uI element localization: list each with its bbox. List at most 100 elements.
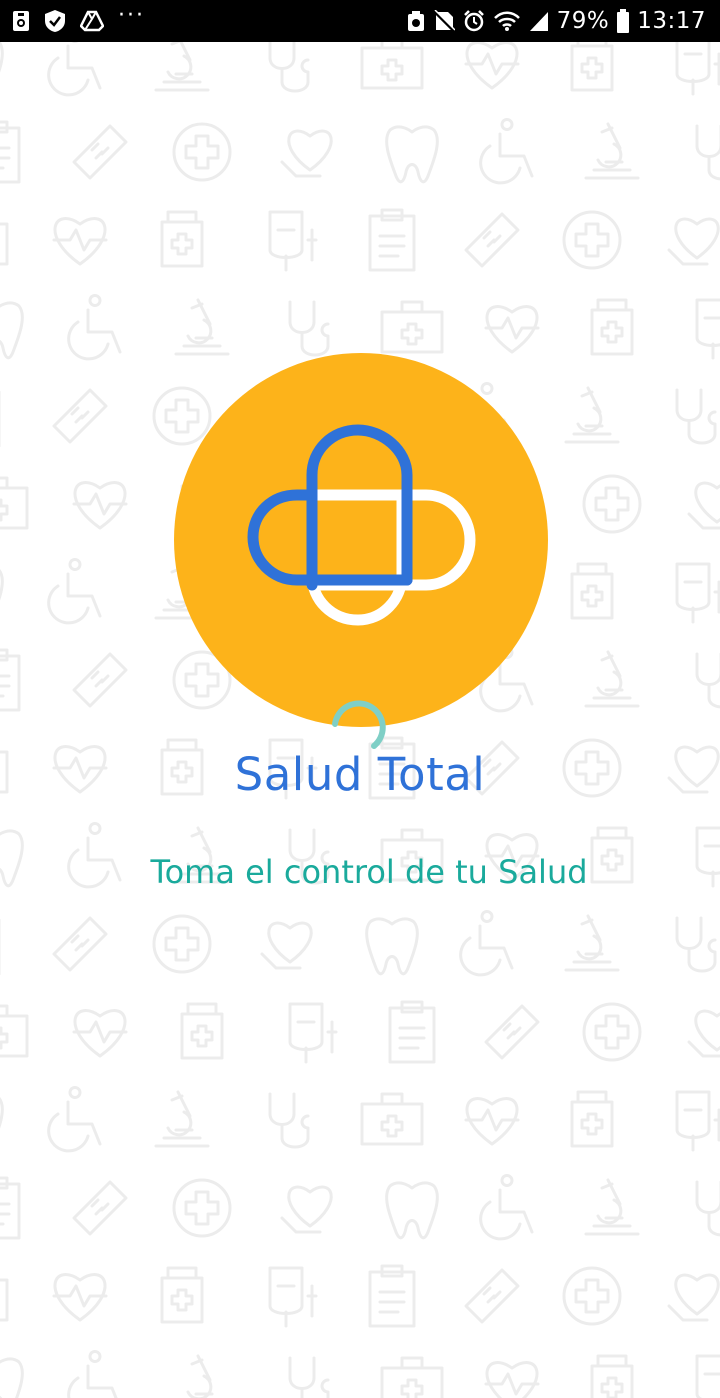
storage-icon [12, 10, 30, 32]
clipboard-icon [0, 1176, 21, 1240]
stethoscope-icon [675, 388, 717, 445]
first-aid-kit-icon [0, 476, 29, 530]
bandage-icon [484, 1004, 540, 1060]
clock: 13:17 [637, 8, 706, 34]
bandage-icon [72, 1180, 128, 1236]
iv-bag-icon [675, 562, 720, 624]
stethoscope-icon [268, 42, 310, 93]
tooth-icon [0, 1096, 4, 1129]
wheelchair-icon [47, 1086, 102, 1153]
heart-hand-icon [667, 217, 720, 266]
tooth-icon [365, 917, 419, 976]
bandage-icon [52, 388, 108, 444]
iv-bag-icon [675, 1090, 720, 1152]
bandage-icon [464, 212, 520, 268]
medical-cross-icon [172, 122, 232, 182]
stethoscope-icon [675, 916, 717, 973]
medical-cross-icon [562, 210, 622, 270]
medicine-bottle-icon [590, 298, 634, 356]
microscope-icon [154, 42, 210, 92]
medical-cross-icon [152, 914, 212, 974]
stethoscope-icon [288, 1356, 330, 1398]
tooth-icon [0, 568, 4, 601]
tooth-icon [385, 125, 439, 184]
tagline: Toma el control de tu Salud [150, 853, 588, 891]
medical-cross-icon [582, 1002, 642, 1062]
medical-cross-icon [562, 1266, 622, 1326]
wheelchair-icon [459, 910, 514, 977]
iv-bag-icon [268, 1266, 318, 1328]
medicine-bottle-icon [570, 42, 614, 92]
medical-cross-icon [582, 474, 642, 534]
heart-hand-icon [260, 921, 313, 970]
medical-cross-icon [152, 386, 212, 446]
tooth-icon [0, 301, 24, 360]
battery-icon [617, 9, 630, 33]
first-aid-kit-icon [0, 1004, 29, 1058]
heart-pulse-icon [484, 1361, 540, 1398]
microscope-icon [154, 1090, 210, 1148]
medicine-bottle-icon [160, 210, 204, 268]
clipboard-icon [388, 1000, 436, 1064]
medical-cross-icon [172, 1178, 232, 1238]
stethoscope-icon [268, 1092, 310, 1149]
clipboard-icon [0, 120, 21, 184]
loading-spinner [332, 700, 386, 749]
heart-pulse-icon [464, 1097, 520, 1146]
heart-pulse-icon [52, 217, 108, 266]
clipboard-icon [0, 648, 21, 712]
stethoscope-icon [288, 300, 330, 357]
cleaner-icon [407, 10, 425, 32]
heart-pulse-icon [484, 305, 540, 354]
first-aid-kit-icon [0, 1278, 9, 1322]
iv-bag-icon [288, 1002, 338, 1064]
medicine-bottle-icon [180, 1002, 224, 1060]
status-left-icons: ··· [12, 0, 145, 42]
heart-hand-icon [687, 481, 720, 530]
microscope-icon [584, 122, 640, 180]
heart-pulse-icon [464, 42, 520, 90]
heart-pulse-icon [52, 1273, 108, 1322]
microscope-icon [584, 1178, 640, 1236]
app-name: Salud Total [234, 748, 486, 801]
wheelchair-icon [67, 1350, 118, 1398]
stethoscope-icon [695, 124, 720, 181]
first-aid-kit-icon [380, 1356, 444, 1398]
microscope-icon [186, 1354, 214, 1398]
iv-bag-icon [695, 298, 720, 360]
battery-percent: 79% [556, 8, 610, 34]
shield-check-icon [44, 9, 66, 33]
tooth-icon [0, 1357, 24, 1398]
heart-hand-icon [687, 1009, 720, 1058]
more-dots-icon: ··· [118, 3, 145, 28]
medicine-bottle-icon [570, 562, 614, 620]
first-aid-kit-icon [360, 1092, 424, 1146]
wheelchair-icon [67, 294, 122, 361]
heart-hand-icon [280, 129, 333, 178]
status-right-icons: 79% 13:17 [407, 0, 706, 42]
microscope-icon [174, 298, 230, 356]
signal-icon [529, 10, 549, 32]
medicine-bottle-icon [160, 1266, 204, 1324]
wheelchair-icon [479, 1174, 534, 1241]
microscope-icon [564, 914, 620, 972]
stethoscope-icon [695, 1180, 720, 1237]
logo-cross-icon [247, 424, 476, 626]
stethoscope-icon [695, 652, 720, 709]
heart-pulse-icon [72, 481, 128, 530]
first-aid-kit-icon [0, 222, 9, 266]
wheelchair-icon [479, 118, 534, 185]
microscope-icon [584, 650, 640, 708]
clipboard-icon [368, 208, 416, 272]
bandage-icon [52, 916, 108, 972]
bandage-icon [72, 652, 128, 708]
wheelchair-icon [47, 42, 102, 97]
bandage-icon [464, 1268, 520, 1324]
alarm-icon [463, 10, 485, 32]
first-aid-kit-icon [360, 42, 424, 90]
wheelchair-icon [47, 558, 102, 625]
heart-hand-icon [280, 1185, 333, 1234]
medicine-bottle-icon [570, 1090, 614, 1148]
clipboard-icon [368, 1264, 416, 1328]
first-aid-kit-icon [380, 300, 444, 354]
